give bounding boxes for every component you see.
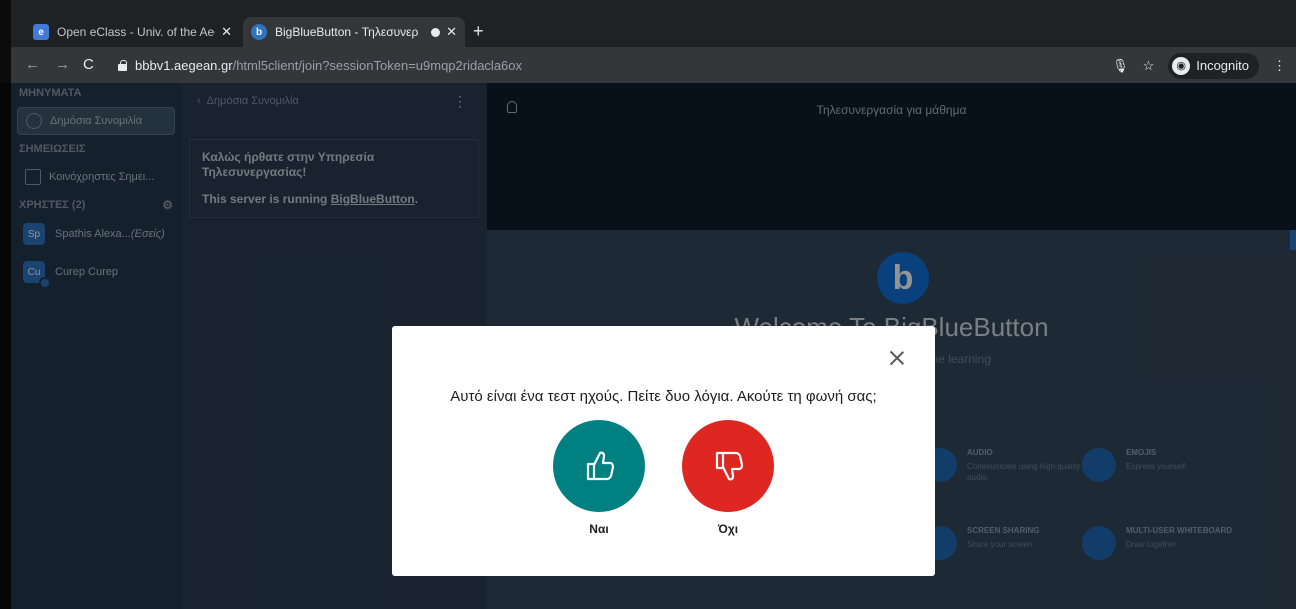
tab-title: Open eClass - Univ. of the Aege	[57, 25, 216, 39]
lock-icon	[118, 60, 127, 71]
tab-eclass[interactable]: e Open eClass - Univ. of the Aege ✕	[25, 17, 240, 47]
url-path: /html5client/join?sessionToken=u9mqp2rid…	[232, 58, 523, 73]
tab-title: BigBlueButton - Τηλεσυνερ	[275, 25, 419, 39]
bbb-favicon-icon: b	[251, 24, 267, 40]
no-label: Όχι	[717, 522, 739, 536]
tab-close-icon[interactable]: ✕	[221, 24, 232, 40]
incognito-badge[interactable]: ◉ Incognito	[1168, 52, 1259, 79]
new-tab-icon[interactable]: +	[473, 21, 484, 42]
tab-close-icon[interactable]: ✕	[446, 24, 457, 40]
menu-dots-icon[interactable]: ⋮	[1273, 58, 1286, 74]
forward-arrow-icon[interactable]: →	[55, 56, 70, 73]
tab-strip: e Open eClass - Univ. of the Aege ✕ b Bi…	[11, 17, 1296, 47]
incognito-label: Incognito	[1196, 58, 1249, 73]
eclass-favicon-icon: e	[33, 24, 49, 40]
back-arrow-icon[interactable]: ←	[25, 56, 40, 73]
browser-toolbar: ← → C bbbv1.aegean.gr /html5client/join?…	[11, 47, 1296, 83]
browser-chrome: e Open eClass - Univ. of the Aege ✕ b Bi…	[11, 0, 1296, 83]
url-host: bbbv1.aegean.gr	[135, 58, 233, 73]
toolbar-actions: 🎙 ☆ ◉ Incognito ⋮	[1112, 52, 1286, 79]
star-icon[interactable]: ☆	[1143, 58, 1155, 74]
no-button[interactable]	[682, 420, 774, 512]
yes-label: Ναι	[589, 522, 609, 536]
echo-test-question: Αυτό είναι ένα τεστ ηχούς. Πείτε δυο λόγ…	[450, 388, 877, 405]
yes-button[interactable]	[553, 420, 645, 512]
close-icon[interactable]	[889, 350, 905, 366]
microphone-icon[interactable]: 🎙	[1112, 58, 1129, 74]
incognito-icon: ◉	[1172, 56, 1191, 75]
recording-indicator-icon	[431, 27, 441, 37]
reload-icon[interactable]: C	[83, 56, 94, 73]
address-bar[interactable]: bbbv1.aegean.gr /html5client/join?sessio…	[106, 52, 1106, 79]
thumbs-down-icon	[715, 451, 744, 481]
thumbs-up-icon	[586, 451, 615, 481]
tab-bigbluebutton[interactable]: b BigBlueButton - Τηλεσυνερ ✕	[243, 17, 465, 47]
echo-test-modal: Αυτό είναι ένα τεστ ηχούς. Πείτε δυο λόγ…	[392, 326, 935, 576]
